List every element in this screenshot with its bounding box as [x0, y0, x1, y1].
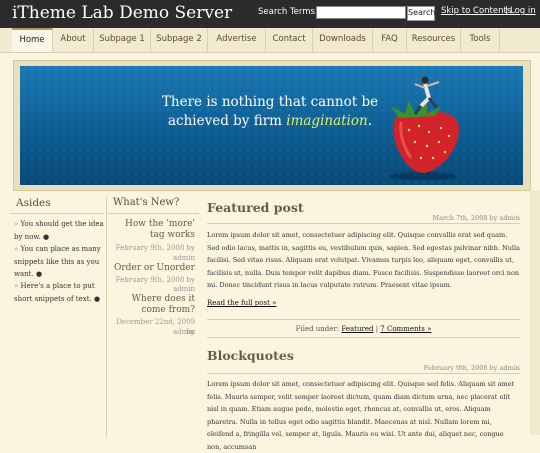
nav-item-advertise[interactable]: Advertise — [208, 28, 266, 52]
post-divider — [207, 373, 520, 374]
banner: There is nothing that cannot be achieved… — [20, 66, 523, 185]
whats-new-divider — [107, 213, 199, 214]
nav-item-contact[interactable]: Contact — [266, 28, 313, 52]
asides-title: Asides — [16, 197, 51, 209]
post-divider — [207, 319, 520, 320]
comment-icon[interactable]: ● — [36, 270, 42, 278]
post-divider — [207, 337, 520, 338]
search-button[interactable]: Search — [407, 6, 435, 21]
whats-new-link[interactable]: Order or Unorder — [109, 263, 195, 274]
post-title[interactable]: Featured post — [207, 200, 304, 215]
strawberry-icon — [389, 76, 459, 180]
bullet-icon: » — [14, 282, 19, 290]
post-body: Lorem ipsum dolor sit amet, consectetuer… — [207, 231, 520, 289]
banner-frame: There is nothing that cannot be achieved… — [13, 60, 531, 191]
nav-item-resources[interactable]: Resources — [407, 28, 461, 52]
whats-new-sidebar: What's New? How the 'more' tag works Feb… — [106, 197, 199, 437]
comment-icon[interactable]: ● — [43, 233, 49, 241]
nav-item-subpage-2[interactable]: Subpage 2 — [151, 28, 208, 52]
header-separator: | — [505, 6, 508, 16]
post-divider — [207, 223, 520, 224]
whats-new-author: admin — [172, 328, 195, 336]
bullet-icon: » — [14, 245, 19, 253]
nav-item-downloads[interactable]: Downloads — [313, 28, 373, 52]
whats-new-link[interactable]: Where does it come from? — [109, 294, 195, 316]
nav-item-about[interactable]: About — [53, 28, 94, 52]
whats-new-link[interactable]: How the 'more' tag works — [109, 219, 195, 241]
search-input[interactable] — [316, 6, 406, 19]
comments-link[interactable]: 7 Comments » — [380, 325, 431, 333]
comment-icon[interactable]: ● — [94, 295, 100, 303]
read-more-link[interactable]: Read the full post » — [207, 299, 276, 307]
asides-sidebar: Asides » You should get the idea by now.… — [10, 197, 104, 303]
search-label: Search Terms: — [258, 7, 318, 17]
asides-divider — [10, 213, 104, 214]
aside-item: » You can place as many snippets like th… — [14, 245, 101, 278]
post-footer: Filed under: Featured | 7 Comments » — [207, 325, 520, 333]
nav-item-home[interactable]: Home — [12, 28, 53, 52]
bullet-icon: » — [14, 220, 19, 228]
whats-new-author: admin — [172, 254, 195, 262]
category-link[interactable]: Featured — [341, 325, 373, 333]
nav-item-faq[interactable]: FAQ — [373, 28, 407, 52]
whats-new-author: admin — [172, 285, 195, 293]
login-link[interactable]: Log in — [510, 6, 536, 16]
filed-under-label: Filed under: — [295, 325, 340, 333]
whats-new-date: February 9th, 2008 by — [115, 244, 195, 252]
header-bar: iTheme Lab Demo Server Search Terms: Sea… — [0, 0, 540, 28]
site-title[interactable]: iTheme Lab Demo Server — [12, 3, 232, 23]
post-title[interactable]: Blockquotes — [207, 348, 294, 363]
aside-item: » You should get the idea by now. ● — [14, 220, 104, 241]
nav-item-tools[interactable]: Tools — [461, 28, 500, 52]
scrollbar[interactable] — [530, 190, 540, 435]
post-meta: February 9th, 2008 by admin — [423, 364, 520, 372]
banner-accent-word: imagination — [286, 113, 368, 129]
aside-item: » Here's a place to put short snippets o… — [14, 282, 101, 303]
main-nav: Home About Subpage 1 Subpage 2 Advertise… — [0, 28, 540, 53]
post-body: Lorem ipsum dolor sit amet, consectetuer… — [207, 380, 515, 451]
footer-separator: | — [375, 325, 379, 333]
nav-item-subpage-1[interactable]: Subpage 1 — [94, 28, 151, 52]
whats-new-title: What's New? — [113, 197, 180, 208]
skip-to-contents-link[interactable]: Skip to Contents — [441, 6, 511, 16]
post-meta: March 7th, 2008 by admin — [432, 214, 520, 222]
